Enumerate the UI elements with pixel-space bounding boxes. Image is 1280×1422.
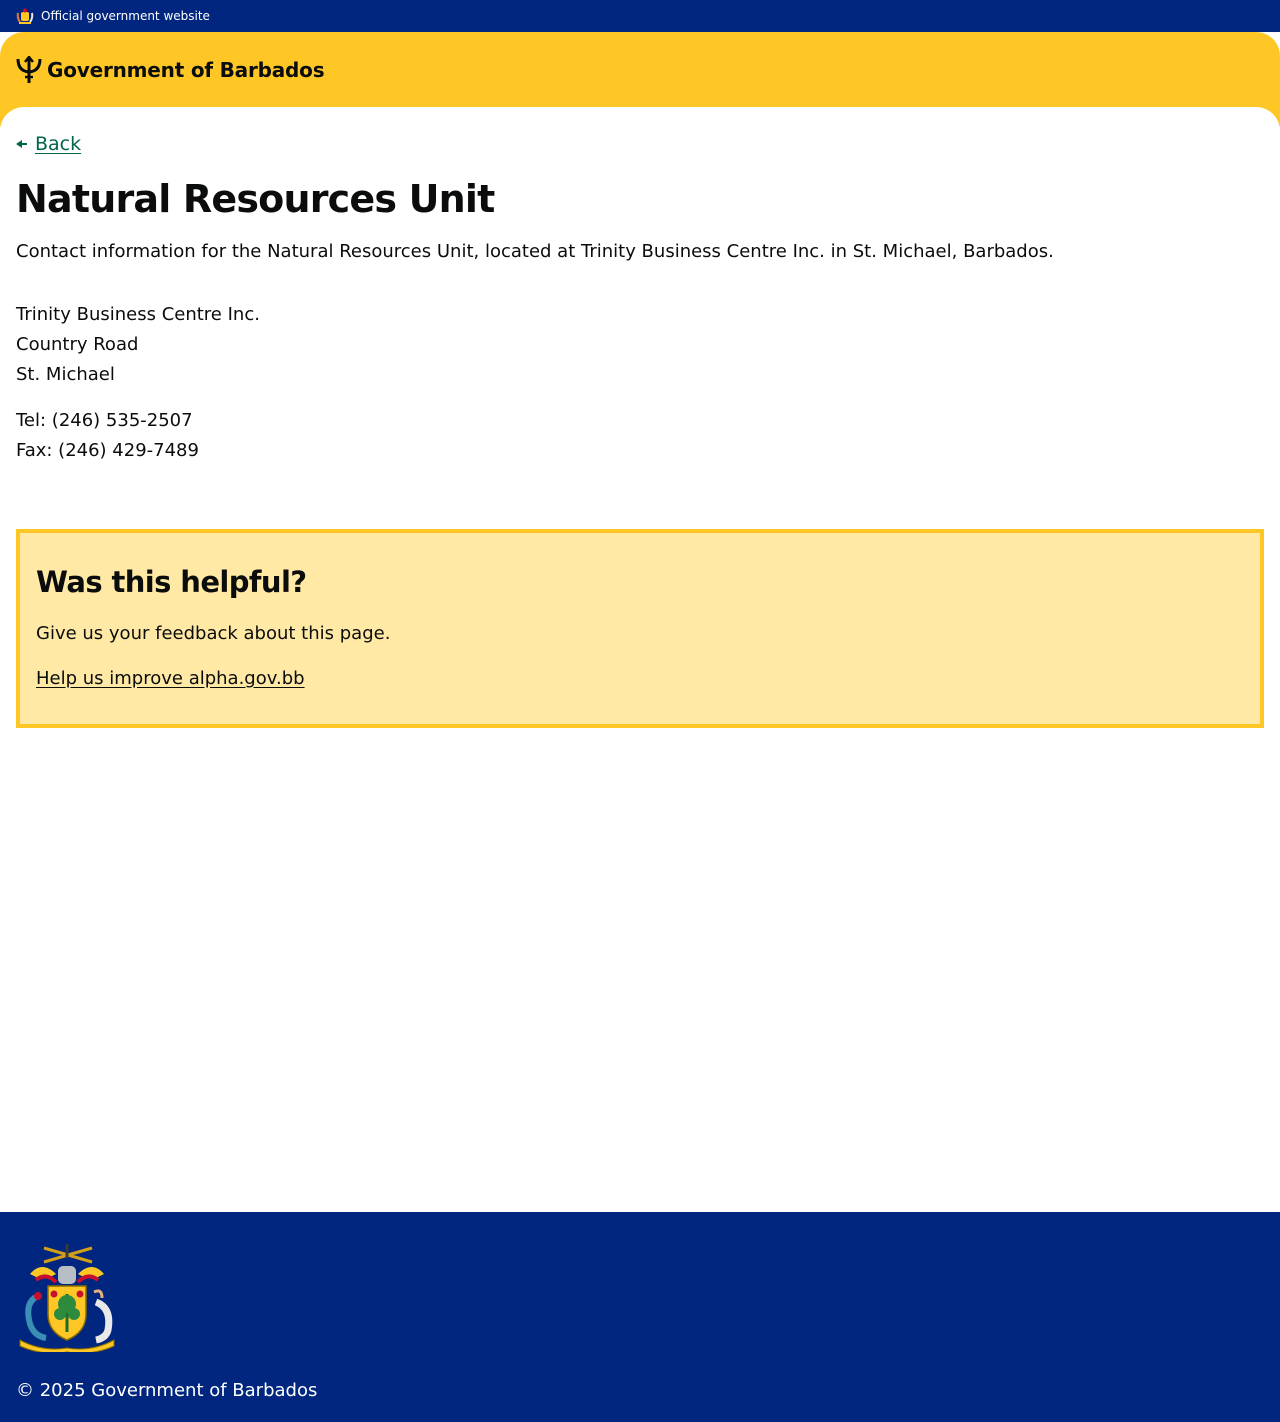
fax: Fax: (246) 429-7489 — [16, 440, 199, 461]
official-label: Official government website — [41, 9, 210, 23]
main-content: Back Natural Resources Unit Contact info… — [0, 107, 1280, 1212]
home-link[interactable]: Government of Barbados — [16, 56, 325, 84]
back-link[interactable]: Back — [16, 133, 81, 155]
feedback-link[interactable]: Help us improve alpha.gov.bb — [36, 668, 305, 689]
coat-of-arms-mini-icon — [16, 7, 34, 25]
feedback-panel: Was this helpful? Give us your feedback … — [16, 529, 1264, 728]
contact-block: Tel: (246) 535-2507 Fax: (246) 429-7489 — [16, 406, 199, 466]
address-line: St. Michael — [16, 364, 115, 385]
trident-icon — [16, 56, 42, 84]
site-footer: © 2025 Government of Barbados — [0, 1212, 1280, 1422]
back-label: Back — [35, 133, 82, 155]
address-block: Trinity Business Centre Inc. Country Roa… — [16, 300, 260, 390]
feedback-text: Give us your feedback about this page. — [36, 623, 391, 644]
coat-of-arms-icon — [16, 1244, 118, 1354]
feedback-title: Was this helpful? — [36, 565, 307, 599]
address-line: Country Road — [16, 334, 139, 355]
copyright: © 2025 Government of Barbados — [16, 1380, 318, 1401]
address-line: Trinity Business Centre Inc. — [16, 304, 260, 325]
telephone: Tel: (246) 535-2507 — [16, 410, 193, 431]
brand-name: Government of Barbados — [47, 58, 325, 82]
arrow-left-icon — [16, 139, 28, 149]
page-summary: Contact information for the Natural Reso… — [16, 241, 1054, 262]
official-banner: Official government website — [0, 0, 1280, 32]
page-title: Natural Resources Unit — [16, 177, 495, 221]
official-banner-inner: Official government website — [0, 0, 1280, 32]
